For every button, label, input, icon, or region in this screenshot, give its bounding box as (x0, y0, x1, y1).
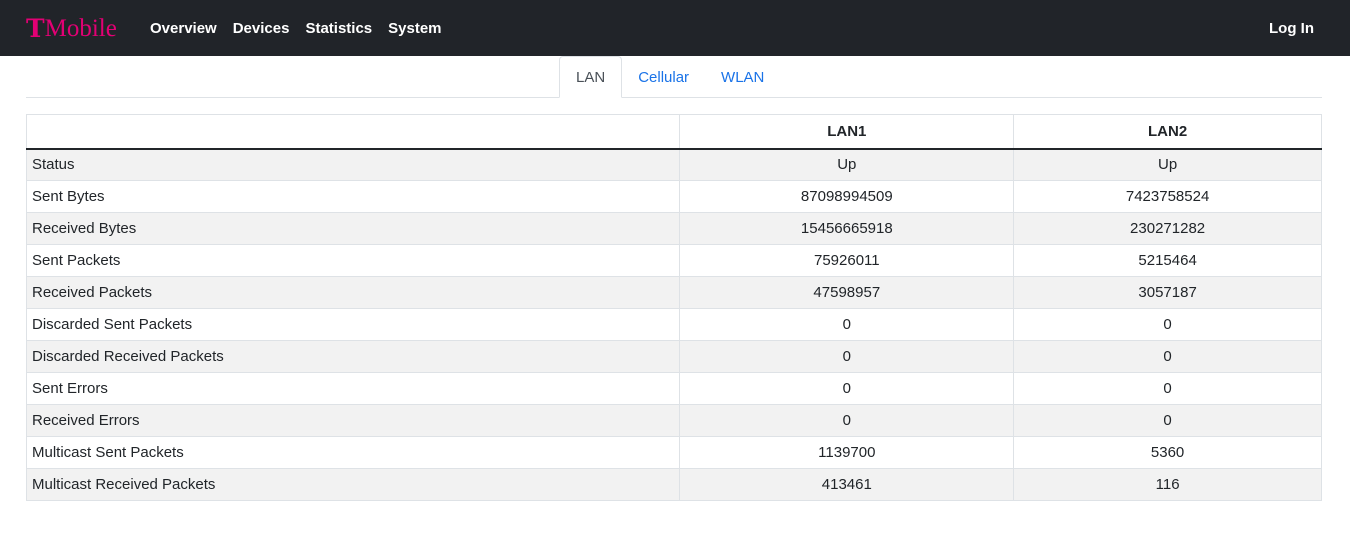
lan1-value: 0 (679, 340, 1015, 373)
main-nav: Overview Devices Statistics System (150, 0, 458, 56)
row-label: Received Packets (25, 276, 681, 309)
nav-statistics[interactable]: Statistics (305, 20, 372, 37)
lan1-value: 47598957 (679, 276, 1015, 309)
row-label: Sent Bytes (25, 180, 681, 213)
column-header-label (25, 114, 681, 150)
row-label: Status (25, 148, 681, 181)
interface-tabs: LAN Cellular WLAN (559, 56, 780, 98)
lan1-value: 413461 (679, 468, 1015, 501)
login-link[interactable]: Log In (1269, 0, 1314, 56)
top-navbar: T Mobile Overview Devices Statistics Sys… (0, 0, 1350, 56)
lan1-value: Up (679, 148, 1015, 181)
table-row: Discarded Sent Packets 0 0 (25, 308, 1322, 341)
tab-lan[interactable]: LAN (559, 56, 623, 98)
lan2-value: 0 (1013, 372, 1322, 405)
lan1-value: 0 (679, 404, 1015, 437)
row-label: Received Errors (25, 404, 681, 437)
table-row: Sent Packets 75926011 5215464 (25, 244, 1322, 277)
lan1-value: 75926011 (679, 244, 1015, 277)
row-label: Discarded Sent Packets (25, 308, 681, 341)
table-header-row: LAN1 LAN2 (25, 114, 1322, 150)
lan1-value: 87098994509 (679, 180, 1015, 213)
table-row: Discarded Received Packets 0 0 (25, 340, 1322, 373)
table-row: Status Up Up (25, 148, 1322, 181)
table-row: Received Bytes 15456665918 230271282 (25, 212, 1322, 245)
interface-tabs-bar: LAN Cellular WLAN (26, 56, 1322, 98)
lan1-value: 15456665918 (679, 212, 1015, 245)
column-header-lan2: LAN2 (1013, 114, 1322, 150)
brand-word: Mobile (44, 14, 117, 42)
lan1-value: 0 (679, 308, 1015, 341)
row-label: Sent Errors (25, 372, 681, 405)
lan2-value: 5360 (1013, 436, 1322, 469)
nav-system[interactable]: System (388, 20, 441, 37)
table-row: Received Errors 0 0 (25, 404, 1322, 437)
lan2-value: 0 (1013, 340, 1322, 373)
lan2-value: 116 (1013, 468, 1322, 501)
lan2-value: 0 (1013, 308, 1322, 341)
nav-overview[interactable]: Overview (150, 20, 217, 37)
lan2-value: Up (1013, 148, 1322, 181)
table-row: Received Packets 47598957 3057187 (25, 276, 1322, 309)
column-header-lan1: LAN1 (679, 114, 1015, 150)
tab-cellular[interactable]: Cellular (622, 56, 705, 98)
nav-devices[interactable]: Devices (233, 20, 290, 37)
lan2-value: 0 (1013, 404, 1322, 437)
lan1-value: 1139700 (679, 436, 1015, 469)
lan-statistics-table: LAN1 LAN2 Status Up Up Sent Bytes 870989… (25, 114, 1322, 501)
row-label: Received Bytes (25, 212, 681, 245)
row-label: Discarded Received Packets (25, 340, 681, 373)
lan2-value: 5215464 (1013, 244, 1322, 277)
lan2-value: 230271282 (1013, 212, 1322, 245)
tmobile-logo[interactable]: T Mobile (26, 12, 117, 44)
table-row: Sent Errors 0 0 (25, 372, 1322, 405)
row-label: Sent Packets (25, 244, 681, 277)
brand-t: T (26, 13, 45, 43)
lan2-value: 7423758524 (1013, 180, 1322, 213)
row-label: Multicast Received Packets (25, 468, 681, 501)
table-row: Sent Bytes 87098994509 7423758524 (25, 180, 1322, 213)
lan1-value: 0 (679, 372, 1015, 405)
lan2-value: 3057187 (1013, 276, 1322, 309)
row-label: Multicast Sent Packets (25, 436, 681, 469)
tab-wlan[interactable]: WLAN (705, 56, 780, 98)
table-row: Multicast Received Packets 413461 116 (25, 468, 1322, 501)
table-row: Multicast Sent Packets 1139700 5360 (25, 436, 1322, 469)
